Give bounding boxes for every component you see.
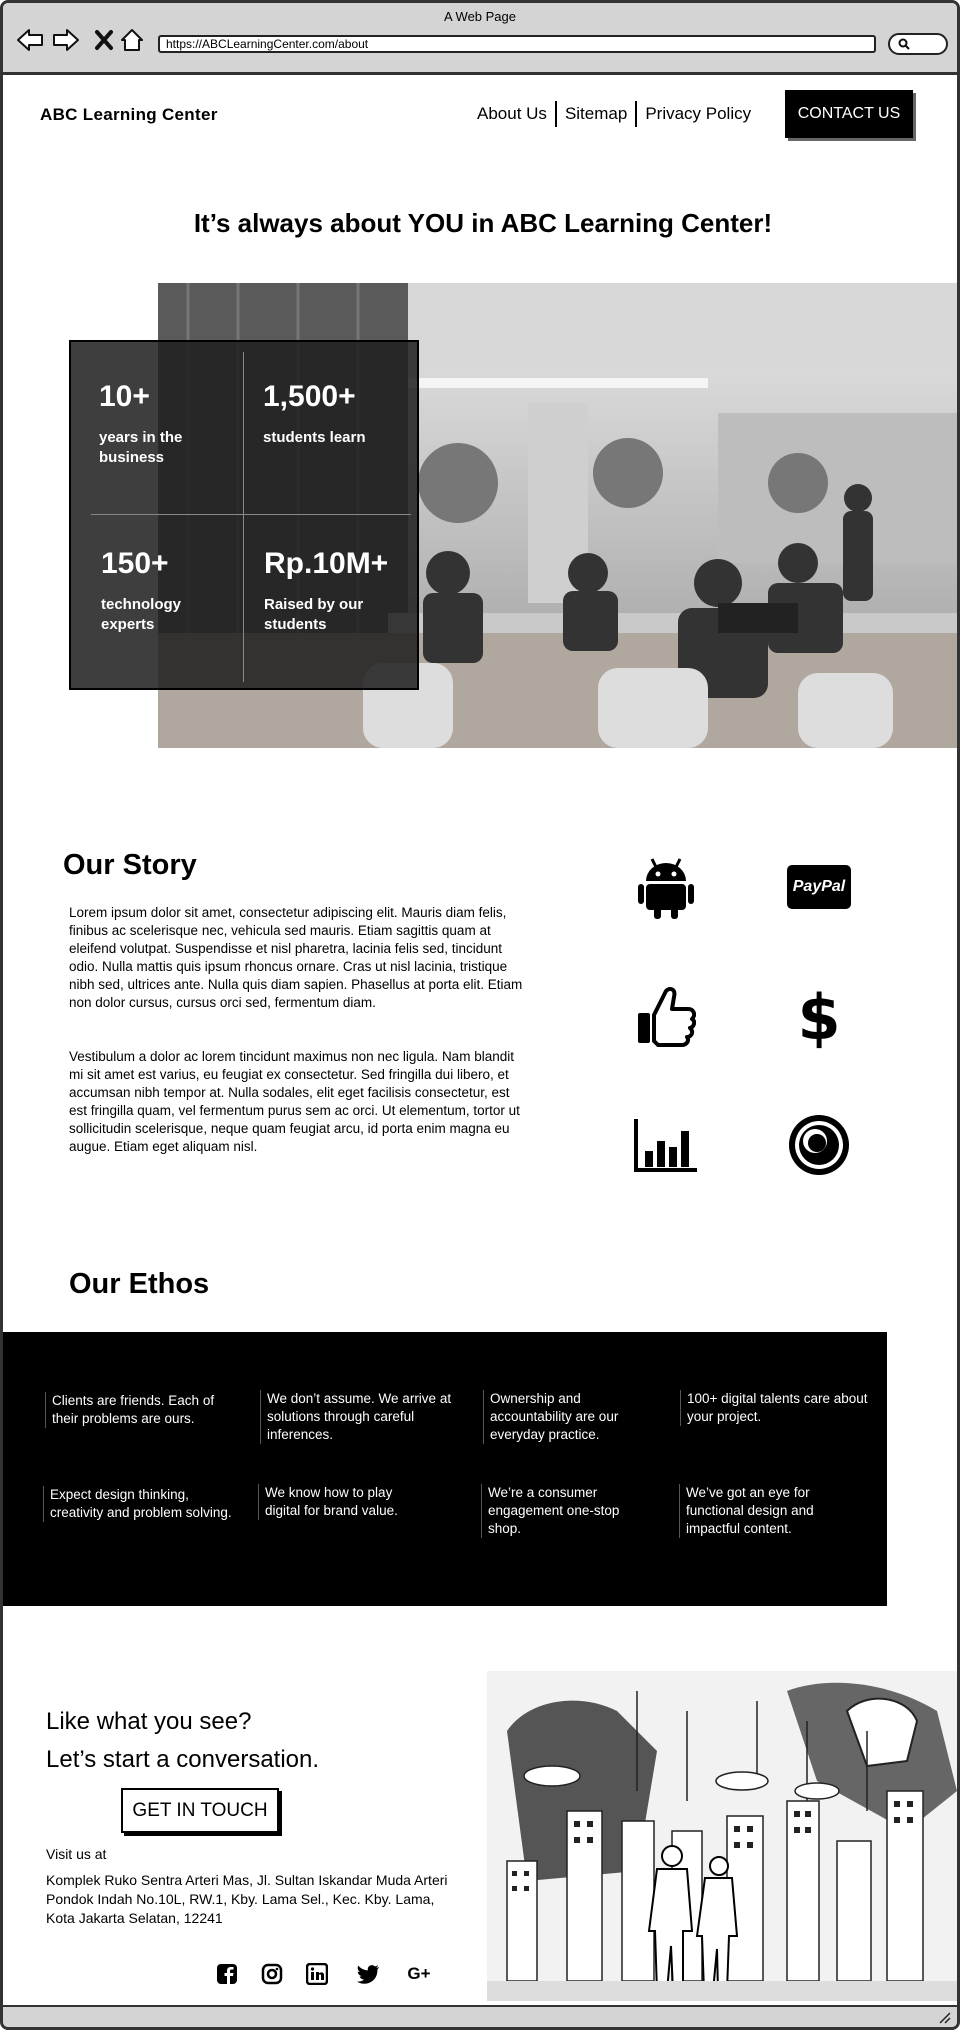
browser-status-bar	[3, 2005, 957, 2027]
stat-number: 10+	[99, 380, 150, 413]
page-headline: It’s always about YOU in ABC Learning Ce…	[193, 208, 773, 238]
stat-label: years in the business	[99, 429, 183, 466]
back-arrow-icon[interactable]	[15, 25, 45, 55]
ethos-item: We’ve got an eye for functional design a…	[679, 1484, 849, 1538]
paypal-label: PayPal	[787, 865, 851, 909]
paypal-icon: PayPal	[784, 852, 854, 922]
stat-students: 1,500+ students learn	[263, 380, 413, 448]
target-icon	[784, 1110, 854, 1180]
ethos-panel: Clients are friends. Each of their probl…	[3, 1332, 887, 1606]
story-paragraph: Vestibulum a dolor ac lorem tincidunt ma…	[69, 1049, 520, 1154]
browser-window: A Web Page https://ABCLearningCenter.com…	[0, 0, 960, 2030]
resize-grip-icon[interactable]	[937, 2010, 951, 2024]
nav-about-us[interactable]: About Us	[469, 104, 555, 124]
stats-panel: 10+ years in the business 1,500+ student…	[69, 340, 419, 690]
our-ethos-heading: Our Ethos	[69, 1268, 210, 1300]
stat-raised: Rp.10M+ Raised by our students	[264, 547, 404, 635]
twitter-icon[interactable]	[355, 1961, 381, 1987]
ethos-item: We’re a consumer engagement one-stop sho…	[481, 1484, 651, 1538]
address: Komplek Ruko Sentra Arteri Mas, Jl. Sult…	[46, 1872, 448, 1926]
svg-text:$: $	[799, 983, 839, 1049]
linkedin-icon[interactable]	[304, 1961, 330, 1987]
stat-number: Rp.10M+	[264, 547, 389, 580]
forward-arrow-icon[interactable]	[51, 25, 81, 55]
stat-label: Raised by our students	[264, 596, 364, 633]
stat-number: 150+	[101, 547, 169, 580]
instagram-icon[interactable]	[259, 1961, 285, 1987]
stat-years: 10+ years in the business	[99, 380, 239, 468]
story-paragraph: Lorem ipsum dolor sit amet, consectetur …	[69, 905, 523, 1010]
stat-label: students learn	[263, 429, 366, 446]
cta-line-1: Like what you see?	[46, 1708, 252, 1735]
stop-icon[interactable]	[89, 25, 119, 55]
ethos-item: We know how to play digital for brand va…	[258, 1484, 428, 1520]
visit-label: Visit us at	[46, 1846, 107, 1862]
android-icon	[631, 852, 701, 922]
window-title: A Web Page	[443, 9, 517, 24]
browser-search-field[interactable]	[888, 33, 948, 55]
url-input[interactable]: https://ABCLearningCenter.com/about	[158, 35, 876, 53]
stat-experts: 150+ technology experts	[101, 547, 231, 635]
nav-privacy-policy[interactable]: Privacy Policy	[637, 104, 759, 124]
bar-chart-icon	[631, 1110, 701, 1180]
city-sketch-illustration	[487, 1671, 957, 2001]
browser-toolbar: A Web Page https://ABCLearningCenter.com…	[3, 3, 957, 75]
ethos-item: 100+ digital talents care about your pro…	[680, 1390, 870, 1426]
our-story-heading: Our Story	[63, 849, 197, 881]
ethos-item: We don’t assume. We arrive at solutions …	[260, 1390, 465, 1444]
search-icon	[898, 38, 910, 50]
get-in-touch-button[interactable]: GET IN TOUCH	[121, 1788, 279, 1833]
facebook-icon[interactable]	[214, 1961, 240, 1987]
ethos-item: Expect design thinking, creativity and p…	[43, 1486, 238, 1522]
google-plus-icon[interactable]: G+	[403, 1961, 435, 1987]
stats-divider	[243, 352, 244, 682]
home-icon[interactable]	[117, 25, 147, 55]
stats-divider	[91, 514, 411, 515]
contact-us-button[interactable]: CONTACT US	[785, 90, 913, 138]
cta-line-2: Let’s start a conversation.	[46, 1746, 320, 1773]
stat-label: technology experts	[101, 596, 182, 633]
thumbs-up-icon	[631, 981, 701, 1051]
ethos-item: Clients are friends. Each of their probl…	[45, 1392, 240, 1428]
dollar-icon: $	[784, 981, 854, 1051]
ethos-item: Ownership and accountability are our eve…	[483, 1390, 653, 1444]
top-navigation: About Us Sitemap Privacy Policy	[469, 100, 759, 128]
site-logo[interactable]: ABC Learning Center	[40, 105, 218, 125]
nav-sitemap[interactable]: Sitemap	[557, 104, 635, 124]
stat-number: 1,500+	[263, 380, 356, 413]
